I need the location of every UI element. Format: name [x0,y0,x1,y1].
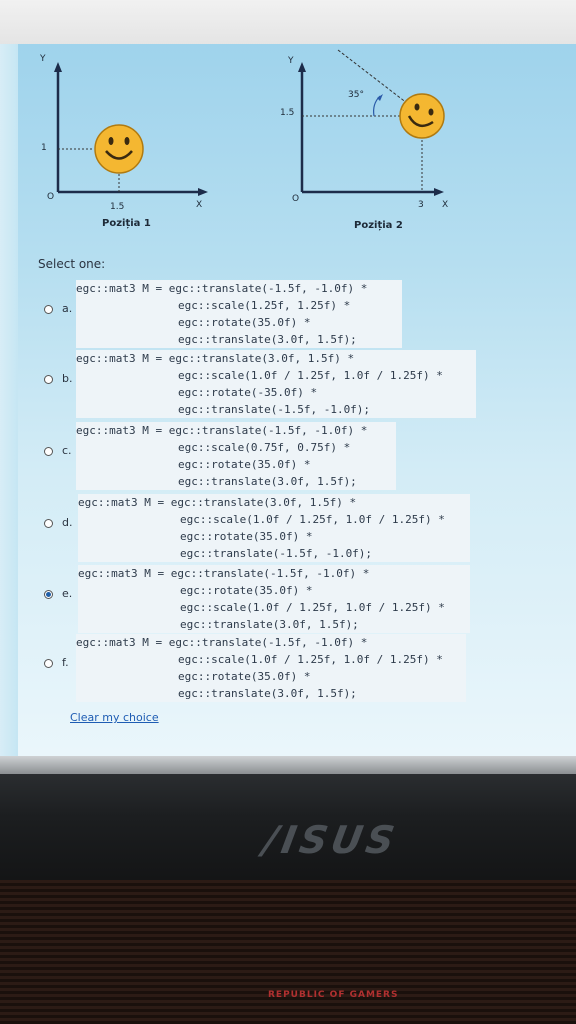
code-line: egc::translate(3.0f, 1.5f); [178,333,357,346]
option-letter: c. [62,444,72,457]
top-bezel [0,0,576,46]
option-letter: e. [62,587,73,600]
graph-2-caption: Poziția 2 [354,220,403,231]
code-line: egc::scale(1.0f / 1.25f, 1.0f / 1.25f) * [178,653,443,666]
option-code: egc::mat3 M = egc::translate(3.0f, 1.5f)… [78,494,470,562]
code-line: egc::mat3 M = egc::translate(-1.5f, -1.0… [78,567,370,580]
option-letter: d. [62,516,73,529]
keyboard-brand: REPUBLIC OF GAMERS [268,990,399,1000]
smiley-face-icon [399,93,445,139]
option-code: egc::mat3 M = egc::translate(-1.5f, -1.0… [78,565,470,633]
option-code: egc::mat3 M = egc::translate(-1.5f, -1.0… [76,634,466,702]
code-line: egc::rotate(35.0f) * [180,530,313,543]
graph-1-drawing [54,62,208,196]
graph-1-origin: O [47,192,55,202]
option-d[interactable]: d. egc::mat3 M = egc::translate(3.0f, 1.5… [0,494,576,564]
code-line: egc::mat3 M = egc::translate(-1.5f, -1.0… [76,636,368,649]
graph-2-y-label: Y [288,56,294,66]
option-code: egc::mat3 M = egc::translate(-1.5f, -1.0… [76,422,396,490]
graph-1-caption: Poziția 1 [102,218,151,229]
code-line: egc::rotate(35.0f) * [180,584,313,597]
code-line: egc::rotate(35.0f) * [178,670,311,683]
clear-choice-link[interactable]: Clear my choice [70,711,159,724]
code-line: egc::translate(3.0f, 1.5f); [180,618,359,631]
code-line: egc::mat3 M = egc::translate(3.0f, 1.5f)… [78,496,357,509]
graph-1-x-tick: 1.5 [110,202,125,212]
option-radio[interactable] [44,659,53,668]
code-line: egc::scale(1.0f / 1.25f, 1.0f / 1.25f) * [180,513,445,526]
laptop-logo: /ISUS [260,818,402,862]
code-line: egc::scale(1.0f / 1.25f, 1.0f / 1.25f) * [178,369,443,382]
option-f[interactable]: f. egc::mat3 M = egc::translate(-1.5f, -1… [0,634,576,704]
option-c[interactable]: c. egc::mat3 M = egc::translate(-1.5f, -1… [0,422,576,492]
option-radio[interactable] [44,519,53,528]
graph-2-drawing [298,49,445,196]
graph-position-2: Y 1.5 35° O 3 X Poziția 2 [276,46,466,238]
option-radio[interactable] [44,447,53,456]
option-radio[interactable] [44,375,53,384]
graph-1-y-tick: 1 [41,143,47,153]
option-letter: f. [62,656,69,669]
code-line: egc::translate(-1.5f, -1.0f); [180,547,373,560]
code-line: egc::scale(1.25f, 1.25f) * [178,299,351,312]
code-line: egc::translate(3.0f, 1.5f); [178,687,357,700]
code-line: egc::translate(-1.5f, -1.0f); [178,403,371,416]
code-line: egc::scale(1.0f / 1.25f, 1.0f / 1.25f) * [180,601,445,614]
graph-1-y-label: Y [40,54,46,64]
option-letter: b. [62,372,73,385]
code-line: egc::translate(3.0f, 1.5f); [178,475,357,488]
option-radio[interactable] [44,590,53,599]
option-e[interactable]: e. egc::mat3 M = egc::translate(-1.5f, -1… [0,565,576,635]
code-line: egc::mat3 M = egc::translate(-1.5f, -1.0… [76,424,368,437]
code-line: egc::rotate(-35.0f) * [178,386,318,399]
code-line: egc::rotate(35.0f) * [178,458,311,471]
option-a[interactable]: a. egc::mat3 M = egc::translate(-1.5f, -1… [0,280,576,350]
graph-2-origin: O [292,194,300,204]
graph-1-x-label: X [196,200,203,210]
graph-2-y-tick: 1.5 [280,108,295,118]
option-code: egc::mat3 M = egc::translate(3.0f, 1.5f)… [76,350,476,418]
smiley-face-icon [94,124,144,174]
screen-bottom-edge [0,756,576,774]
option-code: egc::mat3 M = egc::translate(-1.5f, -1.0… [76,280,402,348]
code-line: egc::mat3 M = egc::translate(-1.5f, -1.0… [76,282,368,295]
option-letter: a. [62,302,73,315]
graph-position-1: Y 1 O 1.5 X Poziția 1 [30,52,220,238]
option-b[interactable]: b. egc::mat3 M = egc::translate(3.0f, 1.5… [0,350,576,420]
option-radio[interactable] [44,305,53,314]
graph-2-x-tick: 3 [418,200,424,210]
code-line: egc::mat3 M = egc::translate(3.0f, 1.5f)… [76,352,355,365]
graph-2-angle-label: 35° [348,90,364,100]
graph-2-x-label: X [442,200,449,210]
code-line: egc::rotate(35.0f) * [178,316,311,329]
select-one-label: Select one: [38,257,106,271]
keyboard-area [0,880,576,1024]
code-line: egc::scale(0.75f, 0.75f) * [178,441,351,454]
